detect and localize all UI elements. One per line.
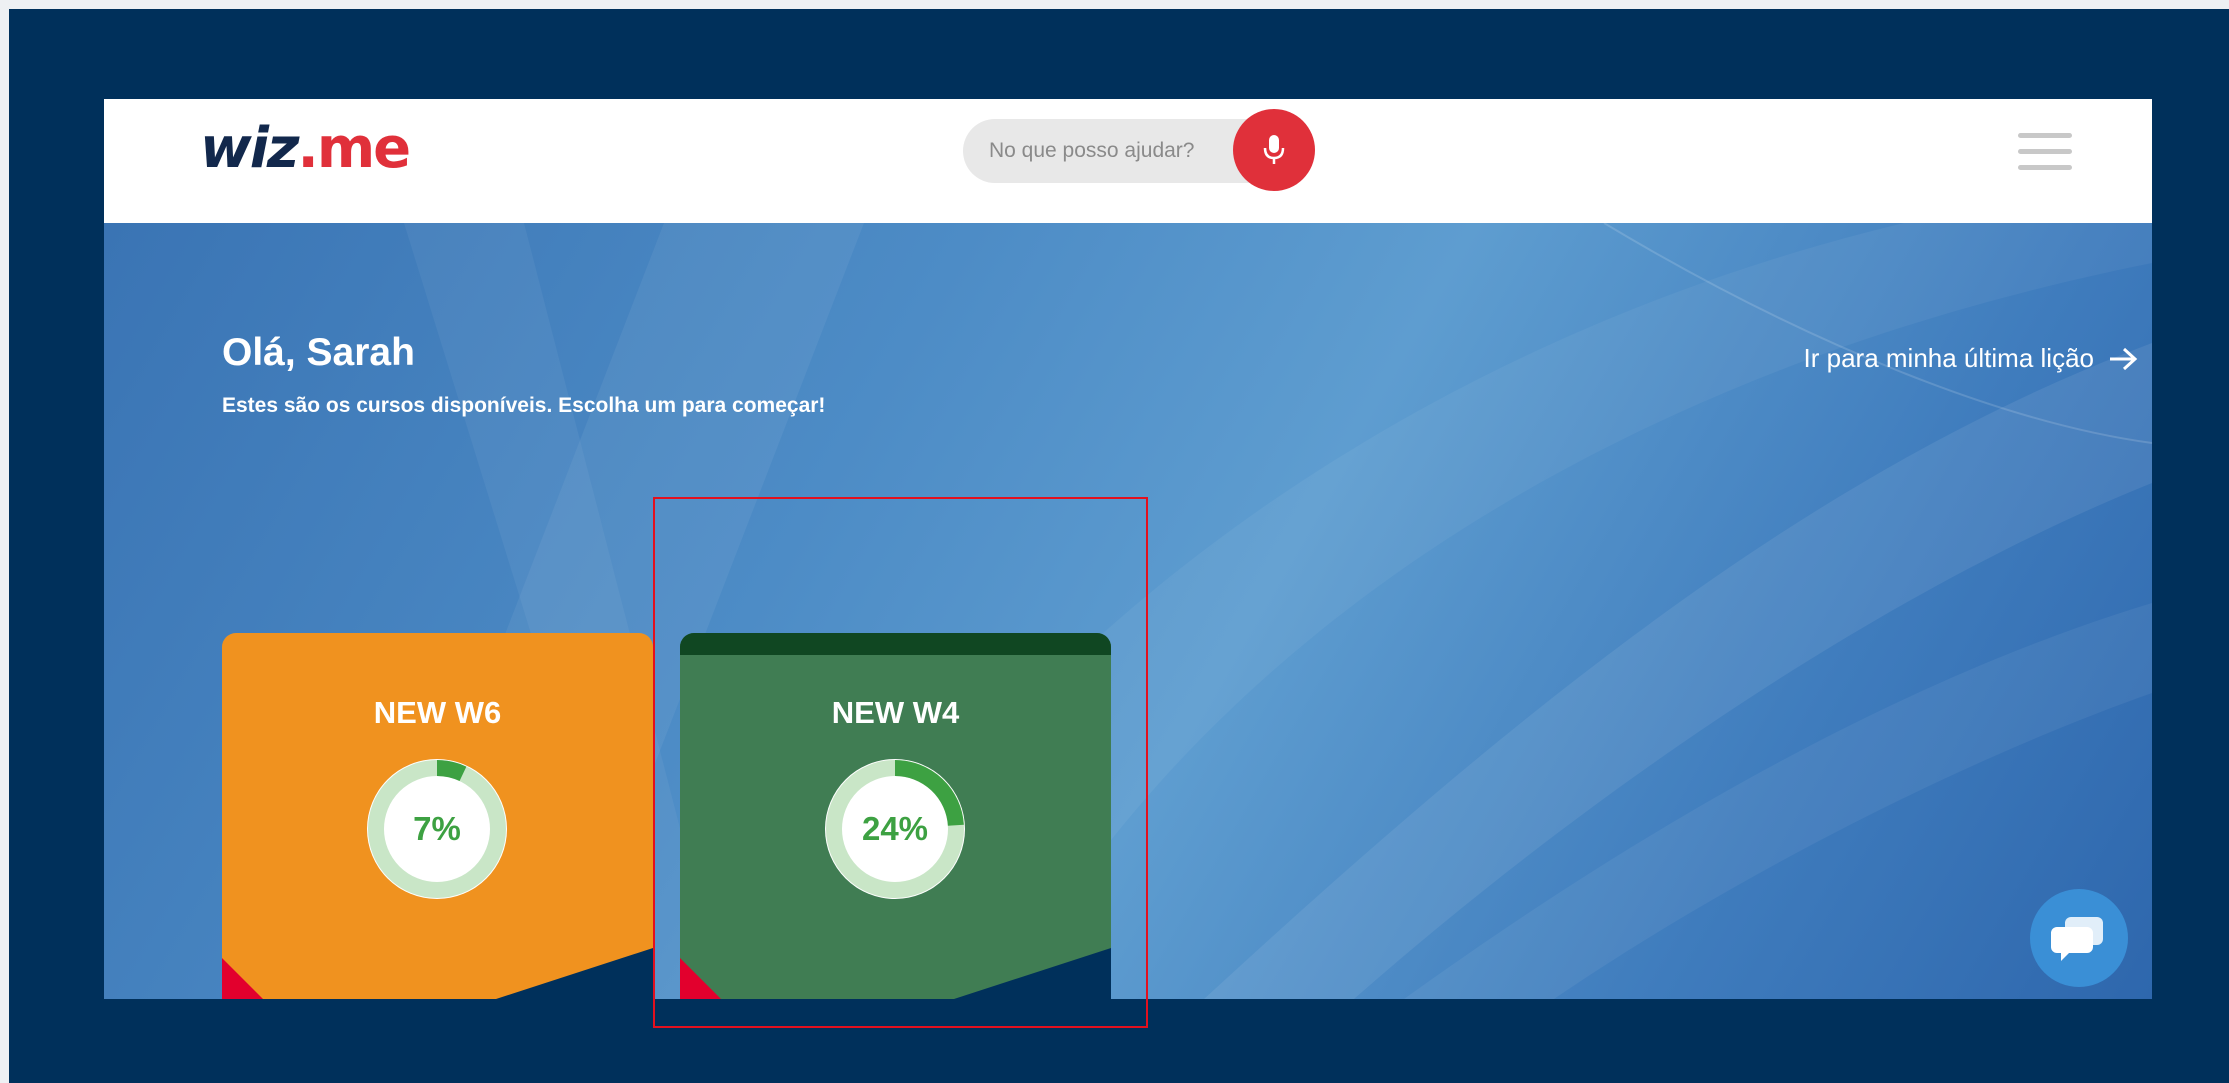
wizme-logo[interactable]: wiz.me bbox=[200, 121, 411, 177]
greeting-heading: Olá, Sarah bbox=[222, 331, 415, 374]
logo-me: me bbox=[316, 116, 411, 181]
progress-percent: 7% bbox=[413, 810, 461, 847]
arrow-right-icon bbox=[2110, 347, 2138, 370]
chat-button[interactable] bbox=[2030, 889, 2128, 987]
courses-hero: Olá, Sarah Estes são os cursos disponíve… bbox=[104, 223, 2152, 999]
search-bar bbox=[963, 109, 1315, 191]
microphone-icon bbox=[1263, 135, 1285, 164]
app-window: wiz.me Olá, S bbox=[104, 99, 2152, 999]
chat-bubbles-icon bbox=[2051, 917, 2103, 961]
hamburger-line bbox=[2018, 149, 2072, 154]
course-title: NEW W6 bbox=[373, 695, 502, 730]
hamburger-line bbox=[2018, 165, 2072, 170]
greeting-subtitle: Estes são os cursos disponíveis. Escolha… bbox=[222, 394, 826, 417]
voice-search-button[interactable] bbox=[1233, 109, 1315, 191]
hamburger-menu-button[interactable] bbox=[2018, 133, 2074, 173]
course-card-new-w4[interactable]: NEW W4 24% bbox=[680, 633, 1111, 999]
course-title: NEW W4 bbox=[831, 695, 960, 730]
logo-wiz: wiz bbox=[200, 116, 300, 181]
logo-dot: . bbox=[297, 116, 319, 181]
progress-percent: 24% bbox=[861, 810, 929, 847]
last-lesson-link[interactable]: Ir para minha última lição bbox=[1804, 343, 2138, 374]
hamburger-menu-icon bbox=[2018, 133, 2072, 138]
course-card-new-w6[interactable]: NEW W6 7% bbox=[222, 633, 653, 999]
top-header: wiz.me bbox=[104, 99, 2152, 223]
last-lesson-label: Ir para minha última lição bbox=[1803, 343, 2094, 373]
